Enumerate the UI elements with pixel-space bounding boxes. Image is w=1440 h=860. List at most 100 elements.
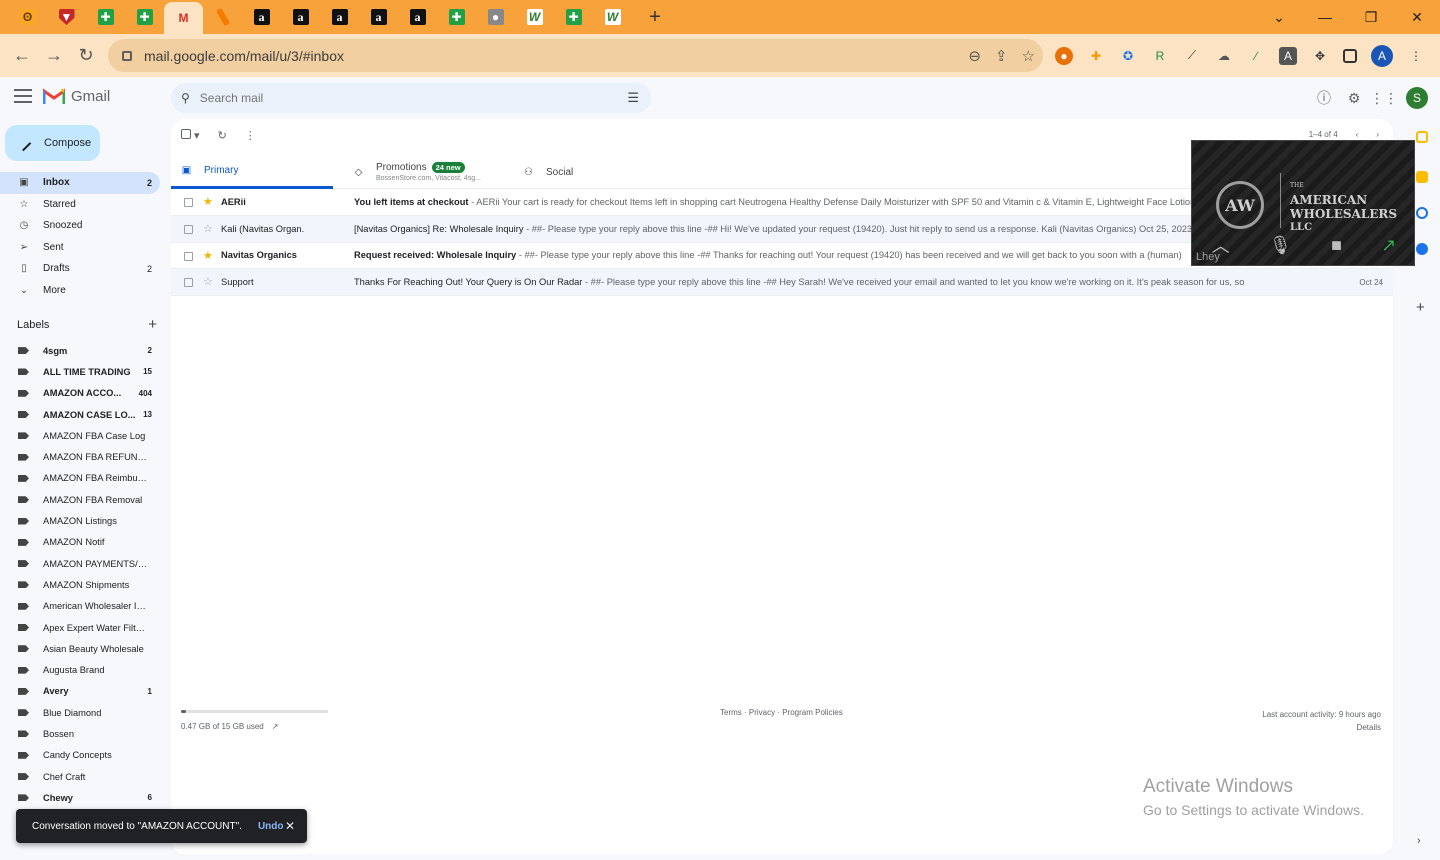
extension-blue-icon[interactable]: ✪ [1119, 47, 1137, 65]
browser-tab[interactable]: ✚ [86, 0, 125, 34]
label-item[interactable]: AMAZON Shipments [0, 574, 160, 595]
extension-cloud-icon[interactable]: ☁ [1215, 47, 1233, 65]
extension-line-icon[interactable]: ∕ [1247, 47, 1265, 65]
row-checkbox[interactable] [184, 278, 193, 288]
forward-button[interactable]: → [38, 40, 70, 72]
reload-button[interactable]: ↻ [70, 40, 102, 72]
browser-tab[interactable]: W [593, 0, 632, 34]
email-row[interactable]: ☆ Support Thanks For Reaching Out! Your Qu… [171, 269, 1393, 297]
back-button[interactable]: ← [6, 40, 38, 72]
video-call-preview[interactable]: AW THE AMERICAN WHOLESALERS LLC ︿ 🎙 ■ ↗ … [1191, 140, 1415, 266]
label-item[interactable]: AMAZON Listings [0, 510, 160, 531]
nav-item-drafts[interactable]: ▯ Drafts 2 [0, 258, 160, 280]
label-item[interactable]: Avery 1 [0, 681, 160, 702]
browser-tab[interactable]: W [515, 0, 554, 34]
browser-tab[interactable] [203, 0, 242, 34]
side-panel-icon[interactable] [1343, 48, 1357, 63]
pop-out-icon[interactable]: ↗ [1381, 235, 1396, 256]
label-item[interactable]: ALL TIME TRADING 15 [0, 361, 160, 382]
extensions-puzzle-icon[interactable]: ✥ [1311, 47, 1329, 65]
label-item[interactable]: AMAZON Notif [0, 532, 160, 553]
settings-gear-icon[interactable]: ⚙ [1346, 90, 1362, 106]
star-icon[interactable]: ★ [203, 195, 213, 208]
compose-button[interactable]: Compose [5, 125, 100, 161]
browser-profile-avatar[interactable]: A [1371, 44, 1393, 67]
star-icon[interactable]: ☆ [203, 275, 213, 288]
share-icon[interactable]: ⇪ [995, 47, 1008, 65]
browser-tab[interactable]: M [164, 2, 203, 34]
side-panel-toggle-icon[interactable]: › [1417, 835, 1421, 847]
search-options-icon[interactable]: ☰ [627, 90, 639, 106]
label-item[interactable]: Candy Concepts [0, 745, 160, 766]
bookmark-star-icon[interactable]: ☆ [1022, 47, 1035, 65]
tab-primary[interactable]: ▣ Primary [171, 155, 333, 189]
nav-item-snoozed[interactable]: ◷ Snoozed [0, 215, 160, 237]
keep-icon[interactable] [1416, 171, 1428, 183]
browser-tab[interactable]: ʘ [8, 0, 47, 34]
extension-a-icon[interactable]: A [1279, 46, 1297, 65]
label-item[interactable]: Chewy 6 [0, 787, 160, 808]
create-label-plus-icon[interactable]: + [148, 317, 157, 332]
minimize-button[interactable]: — [1302, 0, 1348, 34]
extension-addon-icon[interactable]: ✚ [1087, 47, 1105, 65]
restore-button[interactable]: ❐ [1348, 0, 1394, 34]
more-options-icon[interactable]: ⋮ [245, 129, 256, 142]
star-icon[interactable]: ☆ [203, 222, 213, 235]
row-checkbox[interactable] [184, 224, 193, 234]
label-item[interactable]: Chef Craft [0, 766, 160, 787]
contacts-icon[interactable] [1416, 243, 1428, 255]
label-item[interactable]: Apex Expert Water Filters [0, 617, 160, 638]
account-avatar[interactable]: S [1406, 87, 1428, 109]
open-storage-icon[interactable]: ↗ [272, 722, 279, 731]
gmail-logo[interactable]: Gmail [43, 88, 110, 105]
nav-item-starred[interactable]: ☆ Starred [0, 194, 160, 216]
star-icon[interactable]: ★ [203, 249, 213, 262]
tasks-icon[interactable] [1416, 207, 1428, 219]
zoom-icon[interactable]: ⊖ [968, 47, 981, 65]
browser-tab[interactable]: ✚ [554, 0, 593, 34]
tab-social[interactable]: ⚇ Social [513, 155, 673, 189]
nav-item-inbox[interactable]: ▣ Inbox 2 [0, 172, 160, 194]
browser-tab[interactable]: a [398, 0, 437, 34]
address-bar[interactable]: mail.google.com/mail/u/3/#inbox ⊖ ⇪ ☆ [108, 39, 1043, 72]
prev-page-icon[interactable]: ‹ [1356, 130, 1359, 139]
browser-tab[interactable]: ✚ [125, 0, 164, 34]
label-item[interactable]: AMAZON FBA Removal [0, 489, 160, 510]
label-item[interactable]: Blue Diamond [0, 702, 160, 723]
main-menu-icon[interactable] [14, 89, 32, 103]
browser-tab[interactable]: a [320, 0, 359, 34]
help-icon[interactable]: ⓘ [1316, 90, 1332, 106]
refresh-icon[interactable]: ↻ [218, 129, 227, 142]
label-item[interactable]: AMAZON CASE LO... 13 [0, 404, 160, 425]
search-input[interactable] [199, 91, 600, 105]
footer-links[interactable]: Terms · Privacy · Program Policies [720, 708, 843, 717]
extension-rs-icon[interactable]: R [1151, 47, 1169, 65]
label-item[interactable]: AMAZON FBA REFUNDS [0, 446, 160, 467]
label-item[interactable]: AMAZON FBA Reimburs... [0, 468, 160, 489]
select-all-checkbox[interactable]: ▾ [181, 128, 200, 142]
nav-item-more[interactable]: ⌄ More [0, 280, 160, 302]
calendar-icon[interactable] [1416, 131, 1428, 143]
camera-icon[interactable]: ■ [1331, 235, 1342, 256]
label-item[interactable]: AMAZON PAYMENTS/SE... [0, 553, 160, 574]
tab-promotions[interactable]: ◇ Promotions 24 new BossenStore.com, Vitaco… [343, 155, 503, 189]
extension-orange-icon[interactable]: ● [1055, 46, 1073, 65]
label-item[interactable]: American Wholesaler In... [0, 596, 160, 617]
get-addons-plus-icon[interactable]: + [1416, 299, 1425, 316]
label-item[interactable]: AMAZON FBA Case Log [0, 425, 160, 446]
label-item[interactable]: AMAZON ACCO... 404 [0, 383, 160, 404]
browser-tab[interactable]: a [242, 0, 281, 34]
search-icon[interactable]: ⚲ [181, 91, 190, 105]
search-bar[interactable]: ⚲ ☰ [171, 83, 651, 113]
row-checkbox[interactable] [184, 198, 193, 207]
next-page-icon[interactable]: › [1376, 130, 1379, 139]
label-item[interactable]: Bossen [0, 723, 160, 744]
apps-grid-icon[interactable]: ⋮⋮ [1370, 90, 1398, 106]
browser-tab[interactable]: ● [476, 0, 515, 34]
browser-menu-icon[interactable]: ⋮ [1407, 47, 1425, 65]
microphone-icon[interactable]: 🎙 [1269, 235, 1292, 256]
details-link[interactable]: Details [1357, 723, 1381, 732]
browser-tab[interactable]: a [281, 0, 320, 34]
label-item[interactable]: Asian Beauty Wholesale [0, 638, 160, 659]
browser-tab[interactable]: ▼ [47, 0, 86, 34]
